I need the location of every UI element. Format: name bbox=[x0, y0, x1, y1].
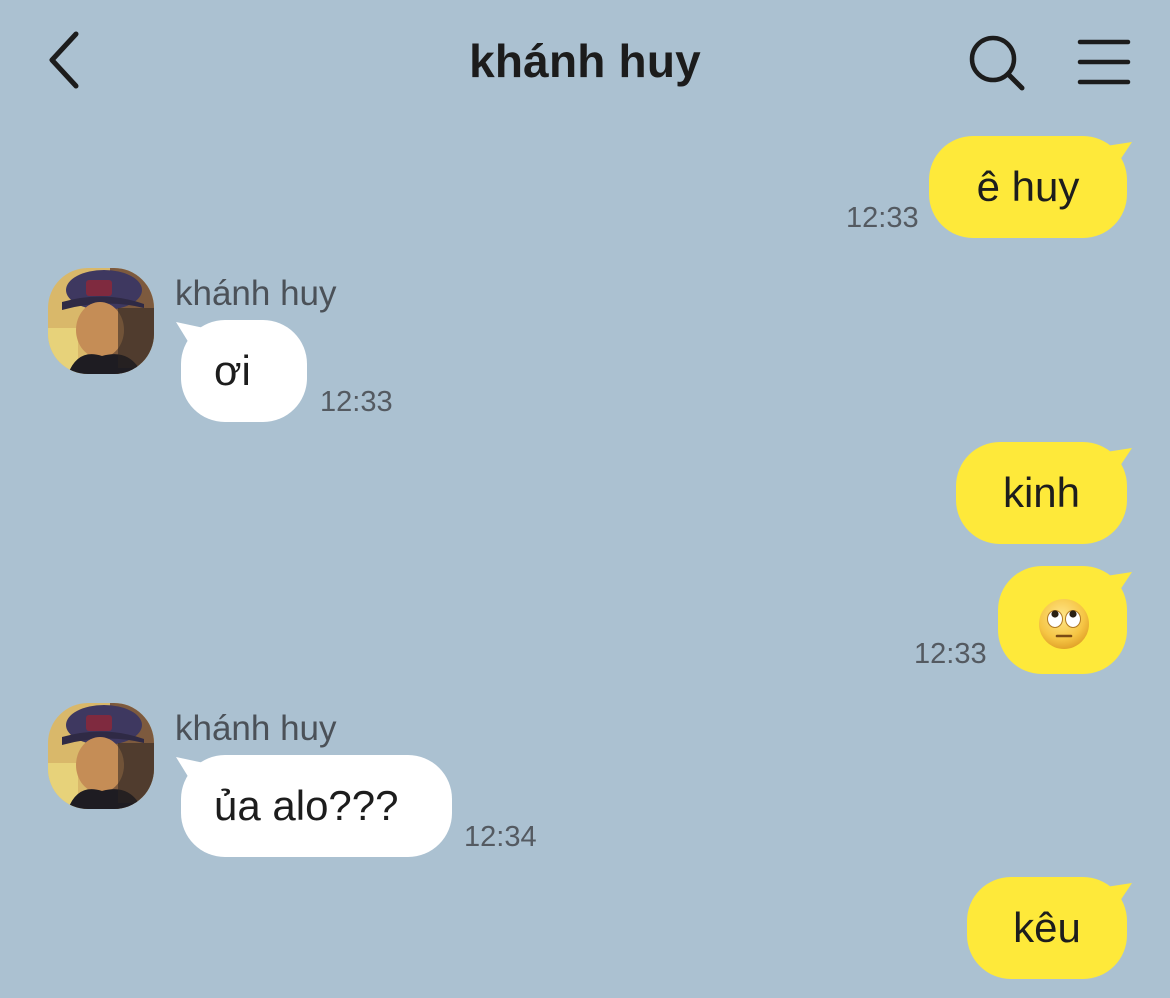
message-row-sent: kêu bbox=[0, 877, 1170, 983]
avatar[interactable] bbox=[48, 268, 154, 374]
search-button[interactable] bbox=[964, 30, 1030, 96]
message-row-sent: kinh bbox=[0, 442, 1170, 548]
bubble-tail bbox=[1106, 142, 1132, 166]
message-bubble-sent[interactable]: ê huy bbox=[929, 136, 1127, 238]
message-bubble-sent[interactable]: kêu bbox=[967, 877, 1127, 979]
message-time: 12:34 bbox=[464, 821, 537, 853]
message-row-received: khánh huy ủa alo??? 12:34 bbox=[0, 703, 1170, 863]
bubble-tail bbox=[1106, 448, 1132, 472]
message-bubble-sent[interactable]: kinh bbox=[956, 442, 1127, 544]
bubble-tail bbox=[1106, 572, 1132, 596]
face-with-rolling-eyes-icon bbox=[1039, 599, 1089, 649]
message-bubble-received[interactable]: ủa alo??? bbox=[181, 755, 452, 857]
message-time: 12:33 bbox=[846, 202, 919, 234]
avatar-image bbox=[48, 703, 154, 809]
avatar-image bbox=[48, 268, 154, 374]
message-time: 12:33 bbox=[320, 386, 393, 418]
avatar[interactable] bbox=[48, 703, 154, 809]
message-row-sent: 12:33 ê huy bbox=[0, 136, 1170, 242]
message-bubble-received[interactable]: ơi bbox=[181, 320, 307, 422]
chat-header: khánh huy bbox=[0, 0, 1170, 122]
sender-name: khánh huy bbox=[175, 274, 337, 313]
sender-name: khánh huy bbox=[175, 709, 337, 748]
bubble-tail bbox=[1106, 883, 1132, 907]
search-icon bbox=[969, 35, 1025, 91]
menu-button[interactable] bbox=[1074, 34, 1134, 90]
hamburger-menu-icon bbox=[1077, 39, 1131, 85]
message-row-sent: 12:33 bbox=[0, 566, 1170, 676]
message-row-received: khánh huy ơi 12:33 bbox=[0, 268, 1170, 428]
message-time: 12:33 bbox=[914, 638, 987, 670]
